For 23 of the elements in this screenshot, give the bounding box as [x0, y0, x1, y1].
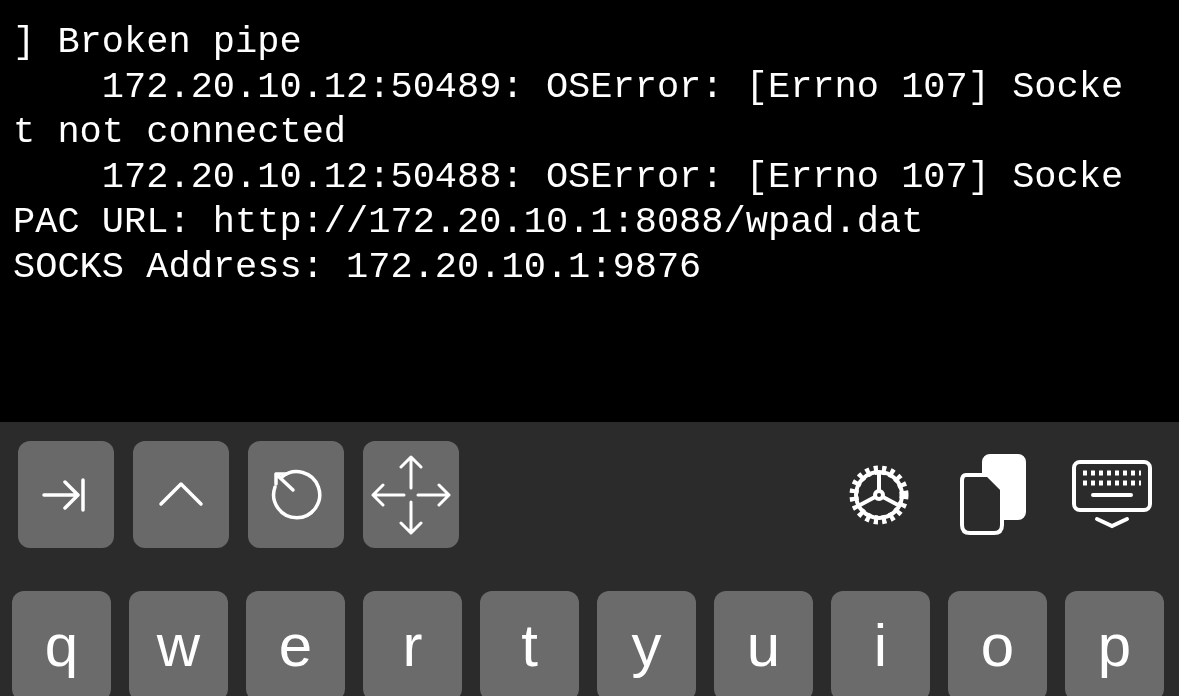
move-arrows-icon: [370, 453, 452, 536]
letter-key[interactable]: r: [363, 591, 462, 696]
letter-key[interactable]: t: [480, 591, 579, 696]
escape-key[interactable]: [248, 441, 344, 548]
terminal-line: ] Broken pipe: [13, 20, 303, 65]
terminal-line: PAC URL: http://172.20.10.1:8088/wpad.dat: [13, 200, 925, 245]
tab-key[interactable]: [18, 441, 114, 548]
letter-key[interactable]: o: [948, 591, 1047, 696]
hide-keyboard-icon[interactable]: [1071, 458, 1153, 531]
letter-key[interactable]: y: [597, 591, 696, 696]
terminal-line: t not connected: [13, 110, 348, 155]
copy-documents-icon[interactable]: [958, 452, 1028, 537]
terminal-line: 172.20.10.12:50489: OSError: [Errno 107] Socke: [100, 65, 1125, 110]
letter-key[interactable]: e: [246, 591, 345, 696]
letter-key[interactable]: i: [831, 591, 930, 696]
control-key[interactable]: [133, 441, 229, 548]
letter-key[interactable]: w: [129, 591, 228, 696]
terminal-line: 172.20.10.12:50488: OSError: [Errno 107] Socke: [100, 155, 1125, 200]
letter-key[interactable]: q: [12, 591, 111, 696]
terminal-line: SOCKS Address: 172.20.10.1:9876: [13, 245, 703, 290]
letter-key[interactable]: u: [714, 591, 813, 696]
arrow-keys-button[interactable]: [363, 441, 459, 548]
letter-key[interactable]: p: [1065, 591, 1164, 696]
